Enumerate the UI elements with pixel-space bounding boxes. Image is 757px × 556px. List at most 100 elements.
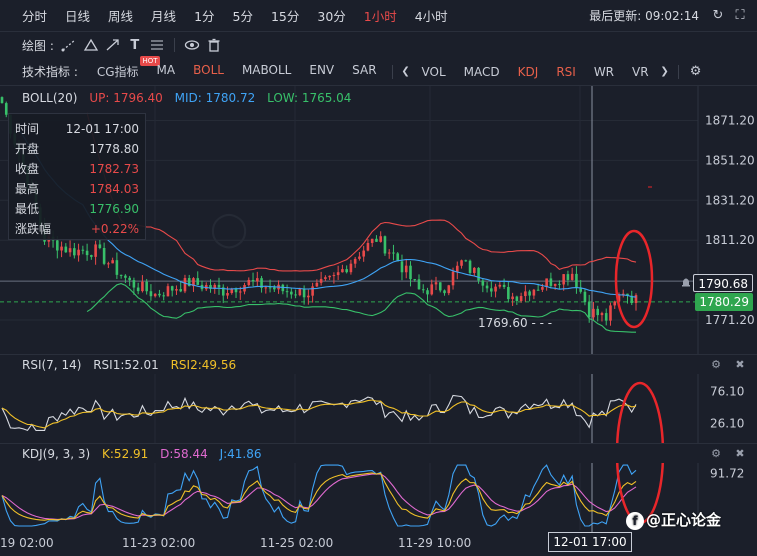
candle-body [379, 236, 382, 242]
rsi-legend: RSI(7, 14) RSI1:52.01 RSI2:49.56 [22, 358, 244, 372]
candle-body [162, 295, 165, 297]
candle-body [524, 291, 527, 297]
price-axis-label: 1851.20 [705, 153, 755, 167]
candle-body [558, 283, 561, 285]
candle-body [502, 284, 506, 288]
boll-mid-value: MID: 1780.72 [174, 91, 256, 105]
main-chart-canvas[interactable]: ◯ 1769.60 - - - 1871.20 1851.20 1831.20 181… [0, 0, 757, 556]
candle-body [528, 291, 531, 296]
price-axis-label: 1831.20 [705, 193, 755, 207]
candle-body [507, 287, 510, 300]
candle-body [141, 281, 144, 292]
candle-body [256, 278, 259, 282]
candle-body [498, 284, 502, 287]
rsi2-value: RSI2:49.56 [170, 358, 237, 372]
candle-body [128, 277, 131, 281]
candle-body [115, 260, 119, 275]
kdj-j-line [1, 464, 637, 527]
candle-body [400, 261, 404, 273]
boll-lower-line [86, 283, 636, 333]
candle-body [132, 280, 136, 288]
info-key: 最低 [15, 202, 40, 216]
price-axis-label: 1811.20 [705, 233, 755, 247]
info-key: 收盘 [15, 162, 40, 176]
candle-body [217, 284, 221, 288]
candle-body [0, 97, 4, 104]
candle-body [94, 244, 97, 257]
candle-body [464, 260, 468, 262]
candle-body [268, 287, 272, 289]
time-axis-label: 11-23 02:00 [122, 536, 195, 550]
candle-body [604, 313, 608, 321]
candle-body [111, 260, 114, 264]
candle-body [179, 289, 183, 292]
candle-body [468, 260, 472, 273]
kdj-k-value: K:52.91 [102, 447, 149, 461]
candle-body [349, 263, 353, 273]
boll-up-value: UP: 1796.40 [89, 91, 163, 105]
candle-body [451, 271, 455, 286]
candle-body [183, 278, 187, 292]
info-value: 1784.03 [89, 182, 139, 196]
candle-body [609, 305, 612, 321]
candle-body [362, 250, 365, 257]
candle-body [438, 282, 442, 291]
candle-body [90, 255, 93, 257]
candle-body [366, 242, 370, 251]
kdj-settings-icon[interactable]: ⚙ [709, 447, 723, 461]
candle-body [409, 265, 412, 280]
info-row: 开盘 1778.80 [15, 139, 139, 159]
info-key: 涨跌幅 [15, 222, 52, 236]
info-row: 最高 1784.03 [15, 179, 139, 199]
candle-body [562, 274, 565, 285]
candle-body [98, 244, 102, 249]
candle-body [477, 267, 480, 281]
kdj-j-value: J:41.86 [219, 447, 262, 461]
candle-body [434, 282, 438, 285]
candle-body [575, 273, 578, 288]
rsi1-value: RSI1:52.01 [93, 358, 159, 372]
candle-body [273, 287, 276, 290]
rsi-close-icon[interactable]: ✖ [733, 358, 747, 372]
candle-body [311, 286, 314, 296]
candle-body [307, 295, 310, 298]
candle-body [353, 258, 357, 264]
candle-body [166, 286, 170, 297]
candle-body [107, 263, 110, 265]
info-key: 最高 [15, 182, 40, 196]
candle-body [238, 291, 242, 293]
kdj-axis-label: 91.72 [710, 467, 744, 481]
info-value: 1782.73 [89, 162, 139, 176]
candle-body [264, 287, 268, 289]
candle-body [370, 238, 374, 243]
candle-body [285, 291, 289, 293]
candle-body [536, 289, 540, 291]
candle-body [490, 288, 493, 292]
candle-body [328, 275, 331, 278]
candle-body [341, 269, 344, 273]
rsi-panel-header: RSI(7, 14) RSI1:52.01 RSI2:49.56 ⚙ ✖ [0, 354, 757, 374]
candle-body [226, 293, 229, 296]
info-value: +0.22% [90, 222, 139, 236]
candle-body [494, 286, 497, 292]
candle-body [358, 256, 361, 259]
candle-body [511, 296, 514, 300]
candle-body [77, 249, 80, 256]
candle-body [247, 279, 251, 286]
boll-legend: BOLL(20) UP: 1796.40 MID: 1780.72 LOW: 1… [22, 91, 359, 105]
candle-body [336, 272, 340, 276]
candle-body [413, 279, 417, 281]
kdj-close-icon[interactable]: ✖ [733, 447, 747, 461]
candle-body [345, 269, 348, 273]
info-value: 1776.90 [89, 202, 139, 216]
rsi-settings-icon[interactable]: ⚙ [709, 358, 723, 372]
candle-body [145, 281, 148, 292]
candle-body [298, 288, 302, 296]
candle-body [290, 291, 293, 295]
candle-body [124, 275, 127, 278]
candle-body [600, 313, 604, 316]
last-price-tag: 1790.68 [693, 274, 753, 292]
time-axis-label: 11-29 10:00 [398, 536, 471, 550]
bell-icon[interactable] [680, 276, 694, 290]
candle-body [541, 287, 544, 290]
